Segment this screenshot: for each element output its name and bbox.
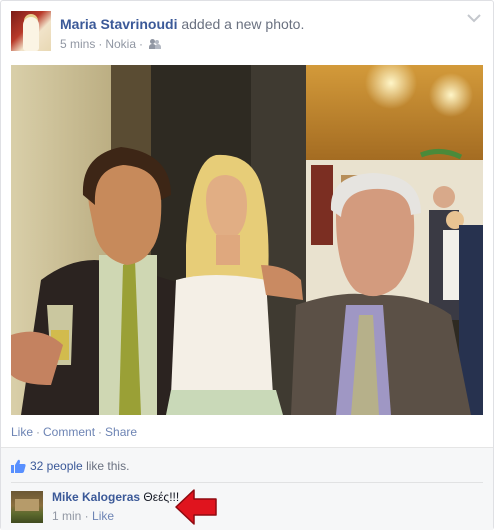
story-title: Maria Stavrinoudi added a new photo.	[60, 16, 304, 32]
commenter-avatar[interactable]	[11, 491, 43, 523]
story-meta: 5 mins · Nokia ·	[60, 37, 162, 51]
news-feed-story: Maria Stavrinoudi added a new photo. 5 m…	[0, 0, 494, 530]
divider	[11, 482, 483, 483]
likes-suffix: like this.	[86, 459, 130, 473]
story-action-text: added a new photo.	[181, 16, 305, 32]
chevron-down-icon[interactable]	[467, 13, 481, 23]
story-timestamp[interactable]: 5 mins	[60, 37, 95, 51]
feedback-section: 32 people like this. Mike Kalogeras Θεές…	[1, 447, 493, 530]
likers-link[interactable]: 32 people	[30, 459, 83, 473]
comment-text: Mike Kalogeras Θεές!!!	[52, 490, 179, 504]
share-link[interactable]: Share	[105, 425, 137, 439]
comment-like-link[interactable]: Like	[92, 509, 114, 523]
comment-meta: 1 min · Like	[52, 509, 115, 523]
likes-summary: 32 people like this.	[11, 459, 129, 473]
like-link[interactable]: Like	[11, 425, 33, 439]
comment-item: Mike Kalogeras Θεές!!! 1 min · Like	[11, 489, 483, 525]
story-source[interactable]: Nokia	[105, 37, 136, 51]
author-avatar[interactable]	[11, 11, 51, 51]
comment-timestamp[interactable]: 1 min	[52, 509, 81, 523]
story-actions: Like · Comment · Share	[11, 425, 138, 439]
friends-icon[interactable]	[149, 39, 162, 50]
author-name-link[interactable]: Maria Stavrinoudi	[60, 16, 177, 32]
comment-link[interactable]: Comment	[43, 425, 95, 439]
commenter-name-link[interactable]: Mike Kalogeras	[52, 490, 140, 504]
post-photo[interactable]	[11, 65, 483, 415]
thumbs-up-icon	[11, 459, 26, 473]
story-header: Maria Stavrinoudi added a new photo. 5 m…	[11, 11, 483, 55]
red-arrow-icon	[175, 489, 217, 525]
